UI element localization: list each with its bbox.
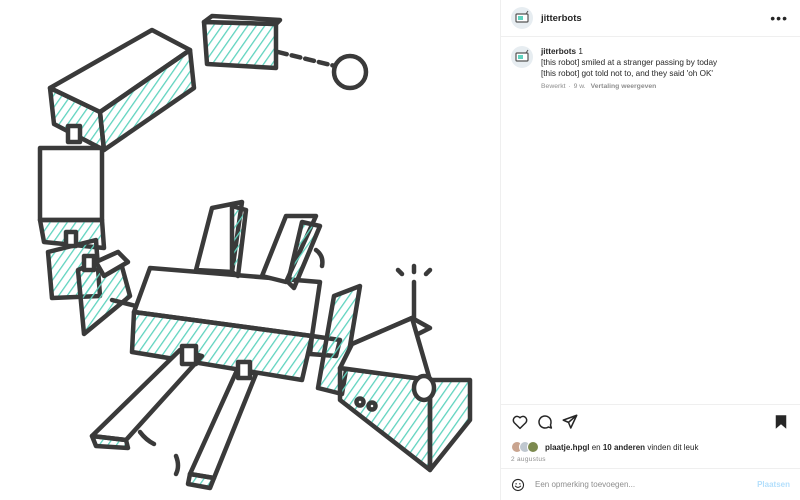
caption-meta: Bewerkt · 9 w. Vertaling weergeven <box>541 83 657 90</box>
likes-suffix: vinden dit leuk <box>647 442 699 452</box>
post-date[interactable]: 2 augustus <box>511 456 790 463</box>
comment-icon[interactable] <box>536 413 554 431</box>
header-username[interactable]: jitterbots <box>541 13 582 24</box>
post-actions: plaatje.hpgl en 10 anderen vinden dit le… <box>501 404 800 463</box>
liker-avatars[interactable] <box>511 441 539 453</box>
robot-avatar-icon <box>515 10 529 23</box>
likes-joiner: en <box>591 442 601 452</box>
robot-avatar-icon <box>515 49 529 62</box>
post-comment-button[interactable]: Plaatsen <box>757 480 790 489</box>
share-icon[interactable] <box>561 413 579 431</box>
robot-drawing <box>37 13 473 491</box>
likes-others-link[interactable]: 10 anderen <box>603 443 645 452</box>
bookmark-icon[interactable] <box>772 413 790 431</box>
instagram-post: jitterbots ••• jitterbots 1 [this robot]… <box>0 0 800 500</box>
likes-summary: plaatje.hpgl en 10 anderen vinden dit le… <box>511 441 790 453</box>
action-bar <box>511 413 790 431</box>
liker-username[interactable]: plaatje.hpgl <box>545 443 589 452</box>
caption-avatar[interactable] <box>511 46 533 68</box>
comment-input[interactable] <box>535 480 758 489</box>
caption-body: jitterbots 1 [this robot] smiled at a st… <box>541 46 717 92</box>
post-age: 9 w. <box>573 83 586 90</box>
caption-line: [this robot] got told not to, and they s… <box>541 69 713 78</box>
avatar[interactable] <box>511 7 533 29</box>
translate-link[interactable]: Vertaling weergeven <box>591 83 657 90</box>
post-caption: jitterbots 1 [this robot] smiled at a st… <box>501 37 800 92</box>
heart-icon[interactable] <box>511 413 529 431</box>
avatar <box>527 441 539 453</box>
caption-username[interactable]: jitterbots <box>541 47 576 56</box>
comment-form: Plaatsen <box>501 468 800 500</box>
post-sidebar: jitterbots ••• jitterbots 1 [this robot]… <box>500 0 800 500</box>
caption-title: 1 <box>578 47 583 56</box>
post-header: jitterbots ••• <box>501 0 800 37</box>
post-image[interactable] <box>0 0 500 500</box>
more-horizontal-icon[interactable]: ••• <box>770 11 788 25</box>
emoji-icon[interactable] <box>511 478 525 492</box>
edited-label: Bewerkt <box>541 83 566 90</box>
caption-line: [this robot] smiled at a stranger passin… <box>541 58 718 67</box>
